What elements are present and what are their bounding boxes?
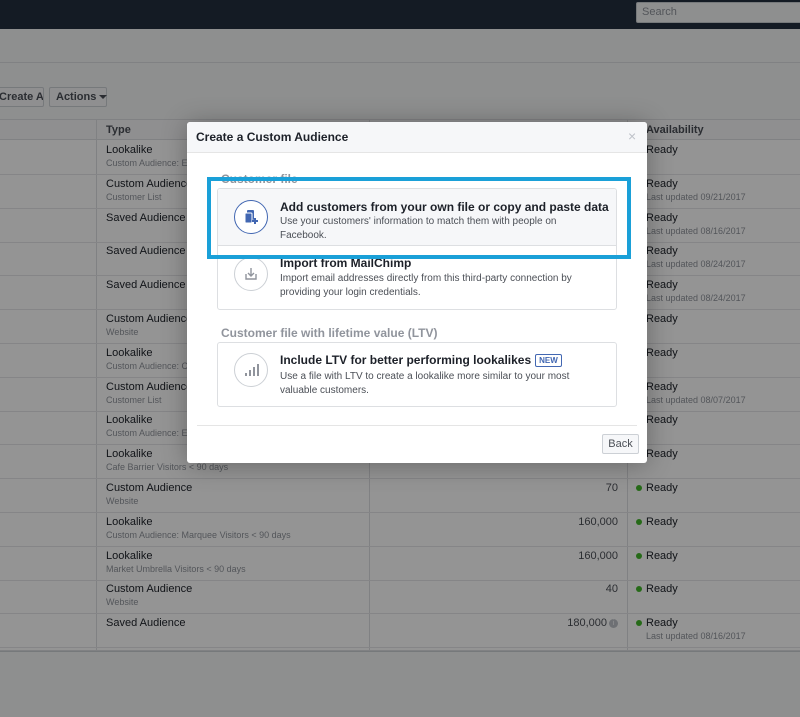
- bar-chart-icon: [234, 353, 268, 387]
- option-include-ltv[interactable]: Include LTV for better performing lookal…: [218, 343, 616, 406]
- close-icon[interactable]: ×: [628, 129, 636, 143]
- back-button[interactable]: Back: [602, 434, 639, 454]
- dialog-header: Create a Custom Audience ×: [187, 122, 647, 153]
- new-badge: NEW: [535, 354, 562, 367]
- dialog-title: Create a Custom Audience: [196, 130, 349, 144]
- option-title-text: Include LTV for better performing lookal…: [280, 353, 532, 367]
- import-icon: [234, 257, 268, 291]
- highlight-annotation-box: [207, 177, 631, 259]
- option-description: Use a file with LTV to create a lookalik…: [280, 371, 570, 396]
- option-title: Include LTV for better performing lookal…: [280, 353, 562, 367]
- dialog-footer-divider: [197, 425, 637, 426]
- create-custom-audience-dialog: Create a Custom Audience × Customer file…: [187, 122, 647, 463]
- section-label-ltv: Customer file with lifetime value (LTV): [221, 326, 438, 340]
- ltv-options: Include LTV for better performing lookal…: [217, 342, 617, 407]
- option-description: Import email addresses directly from thi…: [280, 273, 572, 298]
